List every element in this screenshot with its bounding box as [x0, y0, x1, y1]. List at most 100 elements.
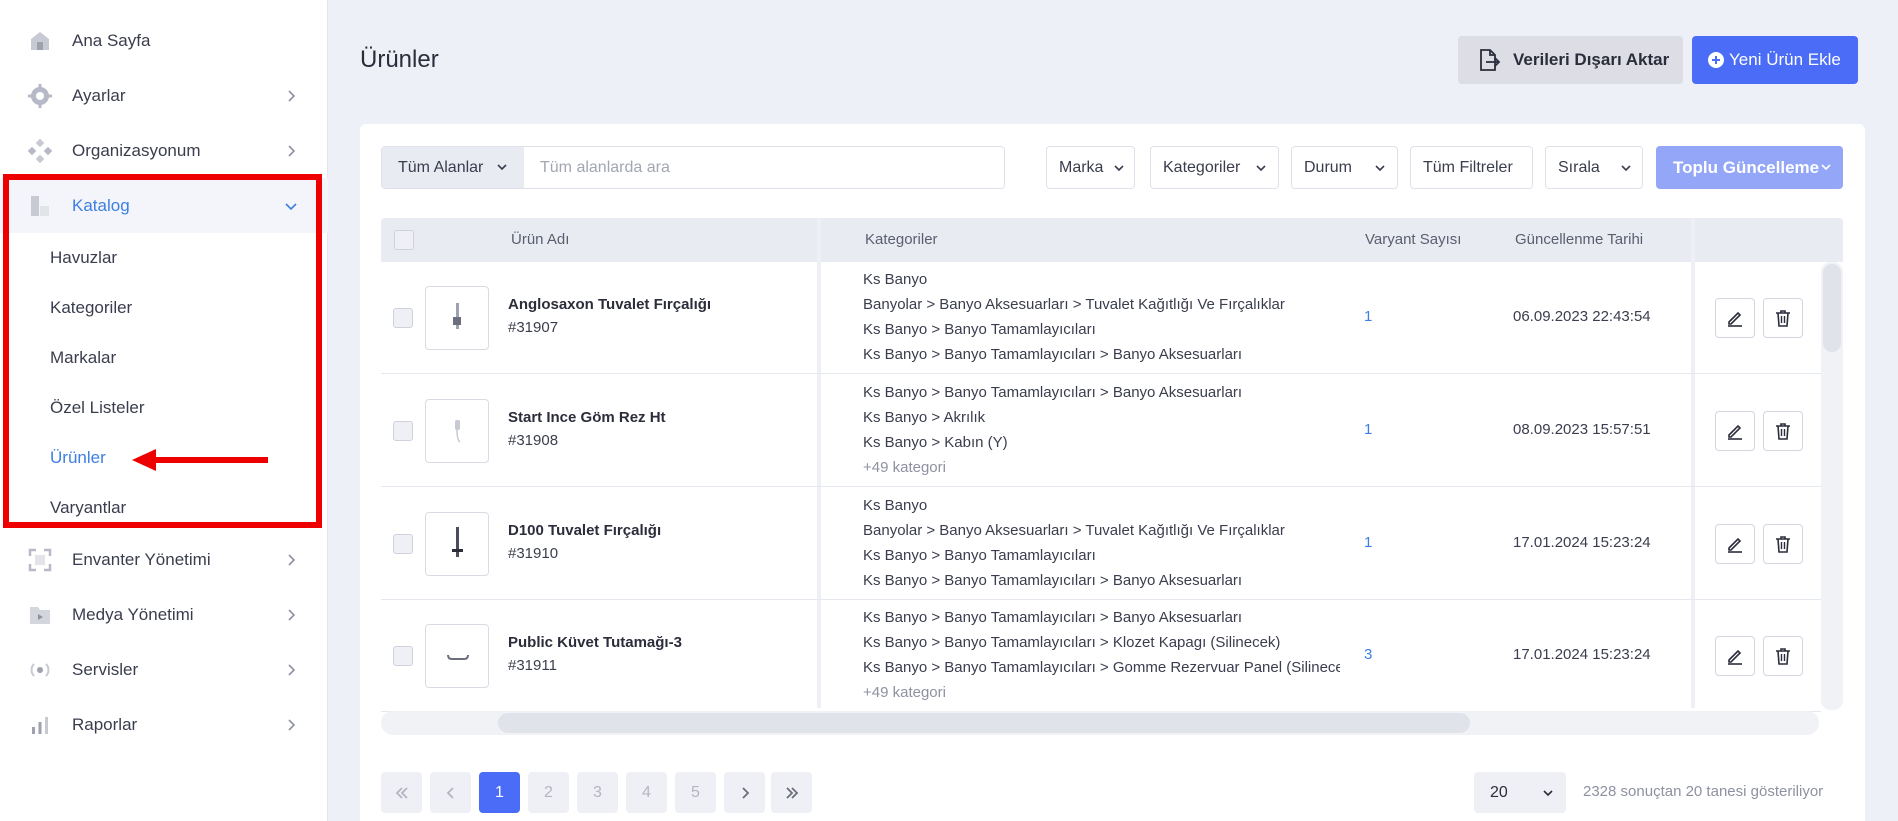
sidebar-item-reports[interactable]: Raporlar: [0, 697, 328, 752]
double-chevron-left-icon: [395, 786, 408, 799]
sidebar-subitem-custom-lists[interactable]: Özel Listeler: [0, 383, 320, 433]
variant-count-link[interactable]: 1: [1364, 308, 1372, 325]
pencil-icon: [1728, 424, 1742, 440]
product-categories: Ks Banyo > Banyo Tamamlayıcıları > Banyo…: [863, 380, 1340, 480]
categories-filter[interactable]: Kategoriler: [1150, 146, 1279, 189]
sidebar-subitem-label: Özel Listeler: [50, 398, 145, 417]
page-button[interactable]: 1: [479, 772, 520, 813]
updated-date: 17.01.2024 15:23:24: [1513, 646, 1651, 663]
row-checkbox[interactable]: [393, 308, 413, 328]
category-path: Ks Banyo > Banyo Tamamlayıcıları > Banyo…: [863, 384, 1243, 401]
sort-dropdown[interactable]: Sırala: [1545, 146, 1643, 189]
annotation-arrow-icon: [132, 449, 268, 471]
table-row[interactable]: Start Ince Göm Rez Ht #31908 Ks Banyo > …: [381, 375, 1821, 487]
variant-count-link[interactable]: 1: [1364, 421, 1372, 438]
column-header-categories[interactable]: Kategoriler: [865, 231, 938, 248]
table-row[interactable]: Public Küvet Tutamağı-3 #31911 Ks Banyo …: [381, 600, 1821, 712]
edit-button[interactable]: [1715, 298, 1755, 338]
select-all-checkbox[interactable]: [394, 230, 414, 250]
row-checkbox[interactable]: [393, 534, 413, 554]
vertical-scrollbar[interactable]: [1821, 262, 1843, 710]
sidebar-subitem-pools[interactable]: Havuzlar: [0, 233, 320, 283]
chevron-right-icon: [288, 608, 296, 621]
broadcast-icon: [27, 657, 53, 683]
brand-filter[interactable]: Marka: [1046, 146, 1135, 189]
product-name[interactable]: Public Küvet Tutamağı-3: [508, 634, 682, 651]
page-button[interactable]: 4: [626, 772, 667, 813]
scrollbar-thumb[interactable]: [498, 713, 1470, 733]
edit-button[interactable]: [1715, 524, 1755, 564]
all-filters-button[interactable]: Tüm Filtreler: [1410, 146, 1533, 189]
chevron-right-icon: [288, 89, 296, 102]
last-page-button[interactable]: [771, 772, 812, 813]
column-header-variant-count[interactable]: Varyant Sayısı: [1365, 231, 1461, 248]
bulk-update-button[interactable]: Toplu Güncelleme: [1656, 146, 1843, 189]
add-product-button[interactable]: Yeni Ürün Ekle: [1692, 36, 1858, 84]
delete-button[interactable]: [1763, 524, 1803, 564]
media-folder-icon: [27, 602, 53, 628]
sidebar-item-media[interactable]: Medya Yönetimi: [0, 587, 328, 642]
product-id: #31908: [508, 432, 559, 449]
page-button[interactable]: 3: [577, 772, 618, 813]
page-button[interactable]: 5: [675, 772, 716, 813]
export-data-button[interactable]: Verileri Dışarı Aktar: [1458, 36, 1683, 84]
variant-count-link[interactable]: 1: [1364, 534, 1372, 551]
chevron-down-icon: [1543, 790, 1553, 797]
sidebar-subitem-variants[interactable]: Varyantlar: [0, 483, 320, 533]
pencil-icon: [1728, 649, 1742, 665]
sidebar-item-catalog[interactable]: Katalog: [0, 178, 328, 233]
more-categories-link[interactable]: +49 kategori: [863, 680, 1340, 705]
delete-button[interactable]: [1763, 636, 1803, 676]
column-header-product-name[interactable]: Ürün Adı: [511, 231, 569, 248]
table-row[interactable]: Anglosaxon Tuvalet Fırçalığı #31907 Ks B…: [381, 262, 1821, 374]
search-bar: Tüm Alanlar: [381, 146, 1005, 189]
edit-button[interactable]: [1715, 636, 1755, 676]
sidebar-subitem-categories[interactable]: Kategoriler: [0, 283, 320, 333]
more-categories-link[interactable]: +49 kategori: [863, 455, 1340, 480]
category-path: Banyolar > Banyo Aksesuarları > Tuvalet …: [863, 296, 1285, 313]
page-button[interactable]: 2: [528, 772, 569, 813]
results-info: 2328 sonuçtan 20 tanesi gösteriliyor: [1583, 783, 1824, 800]
sidebar-item-organization[interactable]: Organizasyonum: [0, 123, 328, 178]
product-name[interactable]: Start Ince Göm Rez Ht: [508, 409, 666, 426]
brand-filter-label: Marka: [1059, 158, 1104, 176]
row-checkbox[interactable]: [393, 646, 413, 666]
category-path: Ks Banyo > Kabın (Y): [863, 434, 1008, 451]
status-filter[interactable]: Durum: [1291, 146, 1398, 189]
product-name[interactable]: D100 Tuvalet Fırçalığı: [508, 522, 661, 539]
pencil-icon: [1728, 311, 1742, 327]
row-checkbox[interactable]: [393, 421, 413, 441]
delete-button[interactable]: [1763, 411, 1803, 451]
column-header-updated-date[interactable]: Güncellenme Tarihi: [1515, 231, 1643, 248]
chevron-right-icon: [288, 144, 296, 157]
product-thumbnail: [425, 512, 489, 576]
next-page-button[interactable]: [724, 772, 765, 813]
sidebar-item-services[interactable]: Servisler: [0, 642, 328, 697]
prev-page-button[interactable]: [430, 772, 471, 813]
sidebar-item-label: Envanter Yönetimi: [72, 549, 211, 569]
chevron-right-icon: [741, 786, 749, 799]
search-scope-dropdown[interactable]: Tüm Alanlar: [382, 147, 524, 188]
status-filter-label: Durum: [1304, 158, 1353, 176]
sidebar-item-home[interactable]: Ana Sayfa: [0, 13, 328, 68]
product-name[interactable]: Anglosaxon Tuvalet Fırçalığı: [508, 296, 711, 313]
categories-filter-label: Kategoriler: [1163, 158, 1241, 176]
first-page-button[interactable]: [381, 772, 422, 813]
sidebar-subitem-label: Havuzlar: [50, 248, 118, 267]
sidebar-item-settings[interactable]: Ayarlar: [0, 68, 328, 123]
add-product-label: Yeni Ürün Ekle: [1729, 50, 1841, 69]
sidebar-item-inventory[interactable]: Envanter Yönetimi: [0, 532, 328, 587]
horizontal-scrollbar[interactable]: [381, 711, 1819, 735]
edit-button[interactable]: [1715, 411, 1755, 451]
scrollbar-thumb[interactable]: [1823, 264, 1841, 352]
delete-button[interactable]: [1763, 298, 1803, 338]
gear-icon: [27, 83, 53, 109]
table-row[interactable]: D100 Tuvalet Fırçalığı #31910 Ks Banyo B…: [381, 488, 1821, 600]
category-path: Banyolar > Banyo Aksesuarları > Tuvalet …: [863, 522, 1285, 539]
sidebar-subitem-brands[interactable]: Markalar: [0, 333, 320, 383]
search-input[interactable]: [524, 147, 1004, 188]
export-data-label: Verileri Dışarı Aktar: [1513, 50, 1670, 69]
page-size-select[interactable]: 20: [1474, 772, 1566, 813]
chevron-right-icon: [288, 663, 296, 676]
variant-count-link[interactable]: 3: [1364, 646, 1372, 663]
